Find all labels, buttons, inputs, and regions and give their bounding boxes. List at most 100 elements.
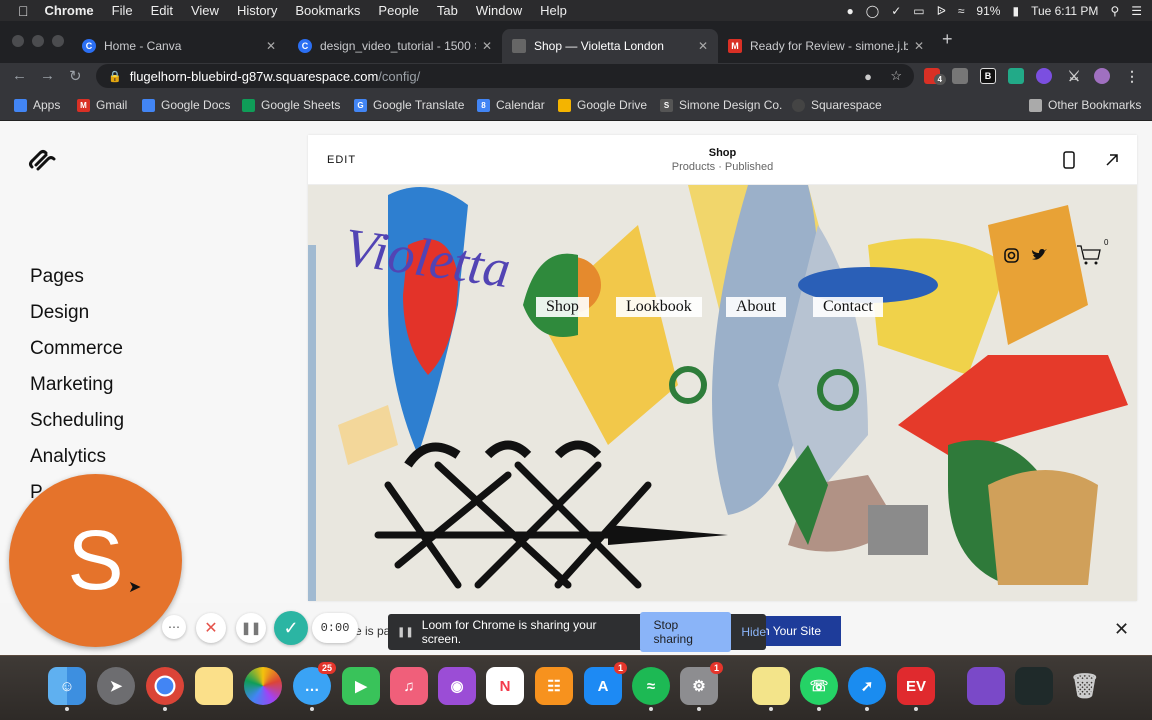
battery-icon[interactable]: ▮ xyxy=(1012,4,1019,18)
menu-people[interactable]: People xyxy=(378,3,418,18)
menu-app-name[interactable]: Chrome xyxy=(45,3,94,18)
tab-design-tutorial[interactable]: C design_video_tutorial - 1500 × ✕ xyxy=(288,29,502,63)
system-preferences-icon[interactable]: ⚙ 1 xyxy=(680,662,723,711)
photos-icon[interactable] xyxy=(244,667,282,705)
airplay-icon[interactable]: ▭ xyxy=(913,4,924,18)
menu-tab[interactable]: Tab xyxy=(437,3,458,18)
mobile-preview-icon[interactable] xyxy=(1063,151,1075,169)
bookmark-google-translate[interactable]: G Google Translate xyxy=(354,98,464,112)
whatsapp-icon[interactable]: ☏ xyxy=(800,667,838,711)
sidebar-item-pages[interactable]: Pages xyxy=(30,266,84,288)
cart-icon[interactable] xyxy=(1076,244,1102,266)
notes-icon[interactable] xyxy=(195,667,233,705)
sidebar-item-analytics[interactable]: Analytics xyxy=(30,446,106,468)
close-tab-icon[interactable]: ✕ xyxy=(266,39,276,53)
loom-finish-icon[interactable]: ✓ xyxy=(274,611,308,645)
sidebar-item-commerce[interactable]: Commerce xyxy=(30,338,123,360)
battery-percent[interactable]: 91% xyxy=(976,4,1000,18)
squarespace-logo-icon[interactable] xyxy=(28,149,56,173)
new-tab-icon[interactable]: + xyxy=(942,29,953,50)
apple-icon[interactable]:  xyxy=(18,3,29,19)
evernote-icon[interactable]: EV xyxy=(897,667,935,711)
site-nav-shop[interactable]: Shop xyxy=(536,297,589,317)
menu-file[interactable]: File xyxy=(112,3,133,18)
loom-cancel-icon[interactable]: ✕ xyxy=(196,613,226,643)
puzzle-extensions-icon[interactable]: ⚔ xyxy=(1066,68,1082,84)
downloads-stack-icon[interactable] xyxy=(967,667,1005,705)
close-publish-icon[interactable]: ✕ xyxy=(1114,619,1129,640)
microphone-icon[interactable]: ● xyxy=(847,4,854,18)
extension-red-icon[interactable]: 4 xyxy=(924,68,946,85)
trash-icon[interactable]: 🗑 xyxy=(1066,667,1104,705)
bookmark-google-drive[interactable]: Google Drive xyxy=(558,98,647,112)
facetime-icon[interactable]: ▶ xyxy=(342,667,380,705)
close-window-button[interactable] xyxy=(12,35,24,47)
control-center-icon[interactable]: ☰ xyxy=(1131,4,1142,18)
books-icon[interactable]: ☷ xyxy=(535,667,573,705)
messages-icon[interactable]: … 25 xyxy=(293,662,336,711)
tab-canva-home[interactable]: C Home - Canva ✕ xyxy=(72,29,286,63)
menu-bookmarks[interactable]: Bookmarks xyxy=(295,3,360,18)
bookmark-other[interactable]: Other Bookmarks xyxy=(1029,98,1141,112)
bookmark-apps[interactable]: Apps xyxy=(14,98,60,112)
forward-icon[interactable]: → xyxy=(40,67,55,84)
instagram-icon[interactable] xyxy=(1004,248,1019,263)
profile-avatar[interactable] xyxy=(1094,68,1110,84)
menu-edit[interactable]: Edit xyxy=(151,3,173,18)
launchpad-icon[interactable]: ➤ xyxy=(97,667,135,705)
finder-icon[interactable]: ☺ xyxy=(48,667,86,711)
safari-icon[interactable]: ➚ xyxy=(848,667,886,711)
back-icon[interactable]: ← xyxy=(12,67,27,84)
close-tab-icon[interactable]: ✕ xyxy=(914,39,924,53)
chrome-icon[interactable] xyxy=(146,667,184,711)
site-nav-about[interactable]: About xyxy=(726,297,786,317)
bluetooth-icon[interactable]: ᐉ xyxy=(937,4,946,18)
site-nav-lookbook[interactable]: Lookbook xyxy=(616,297,702,317)
wifi-icon[interactable]: ≈ xyxy=(958,4,965,18)
stop-sharing-button[interactable]: Stop sharing xyxy=(639,612,732,652)
settings-extension-icon[interactable] xyxy=(1008,68,1024,84)
evernote-menubar-icon[interactable]: ✓ xyxy=(891,4,901,18)
podcasts-icon[interactable]: ◉ xyxy=(438,667,476,705)
zoom-window-button[interactable] xyxy=(52,35,64,47)
documents-stack-icon[interactable] xyxy=(1015,667,1053,705)
b-extension-icon[interactable]: B xyxy=(980,68,996,84)
spotify-icon[interactable]: ≈ xyxy=(632,667,670,711)
mic-icon[interactable]: ● xyxy=(864,69,872,84)
sidebar-item-scheduling[interactable]: Scheduling xyxy=(30,410,124,432)
bookmark-calendar[interactable]: 8 Calendar xyxy=(477,98,545,112)
chrome-menu-icon[interactable]: ⋮ xyxy=(1124,68,1140,84)
tab-gmail-review[interactable]: M Ready for Review - simone.j.ba ✕ xyxy=(718,29,934,63)
open-external-arrow-icon[interactable] xyxy=(1105,153,1119,167)
menu-window[interactable]: Window xyxy=(476,3,522,18)
menu-help[interactable]: Help xyxy=(540,3,567,18)
minimize-window-button[interactable] xyxy=(32,35,44,47)
spotlight-search-icon[interactable]: ⚲ xyxy=(1110,4,1119,18)
timemachine-icon[interactable]: ◯ xyxy=(866,4,879,18)
bookmark-google-sheets[interactable]: Google Sheets xyxy=(242,98,340,112)
music-icon[interactable]: ♫ xyxy=(390,667,428,705)
loom-extension-icon[interactable] xyxy=(1036,68,1052,84)
address-bar[interactable]: 🔒 flugelhorn-bluebird-g87w.squarespace.c… xyxy=(96,64,914,88)
news-icon[interactable]: N xyxy=(486,667,524,705)
twitter-icon[interactable] xyxy=(1031,248,1047,262)
loom-more-icon[interactable]: ⋯ xyxy=(162,615,186,639)
menu-history[interactable]: History xyxy=(237,3,277,18)
close-tab-icon[interactable]: ✕ xyxy=(698,39,708,53)
sidebar-item-marketing[interactable]: Marketing xyxy=(30,374,113,396)
loom-pause-icon[interactable]: ❚❚ xyxy=(236,613,266,643)
reload-icon[interactable]: ↻ xyxy=(69,67,82,85)
bookmark-simone-design[interactable]: S Simone Design Co. xyxy=(660,98,782,112)
close-tab-icon[interactable]: ✕ xyxy=(482,39,492,53)
app-store-icon[interactable]: A1 xyxy=(584,662,627,705)
clock[interactable]: Tue 6:11 PM xyxy=(1031,4,1098,18)
sidebar-item-design[interactable]: Design xyxy=(30,302,89,324)
bookmark-gmail[interactable]: M Gmail xyxy=(77,98,127,112)
hide-button[interactable]: Hide xyxy=(741,625,766,639)
bookmark-squarespace[interactable]: Squarespace xyxy=(792,98,882,112)
site-nav-contact[interactable]: Contact xyxy=(813,297,883,317)
bookmark-star-icon[interactable]: ☆ xyxy=(890,68,902,84)
bookmark-google-docs[interactable]: Google Docs xyxy=(142,98,230,112)
loom-camera-bubble[interactable]: S xyxy=(9,474,182,647)
stickies-icon[interactable] xyxy=(752,667,790,711)
